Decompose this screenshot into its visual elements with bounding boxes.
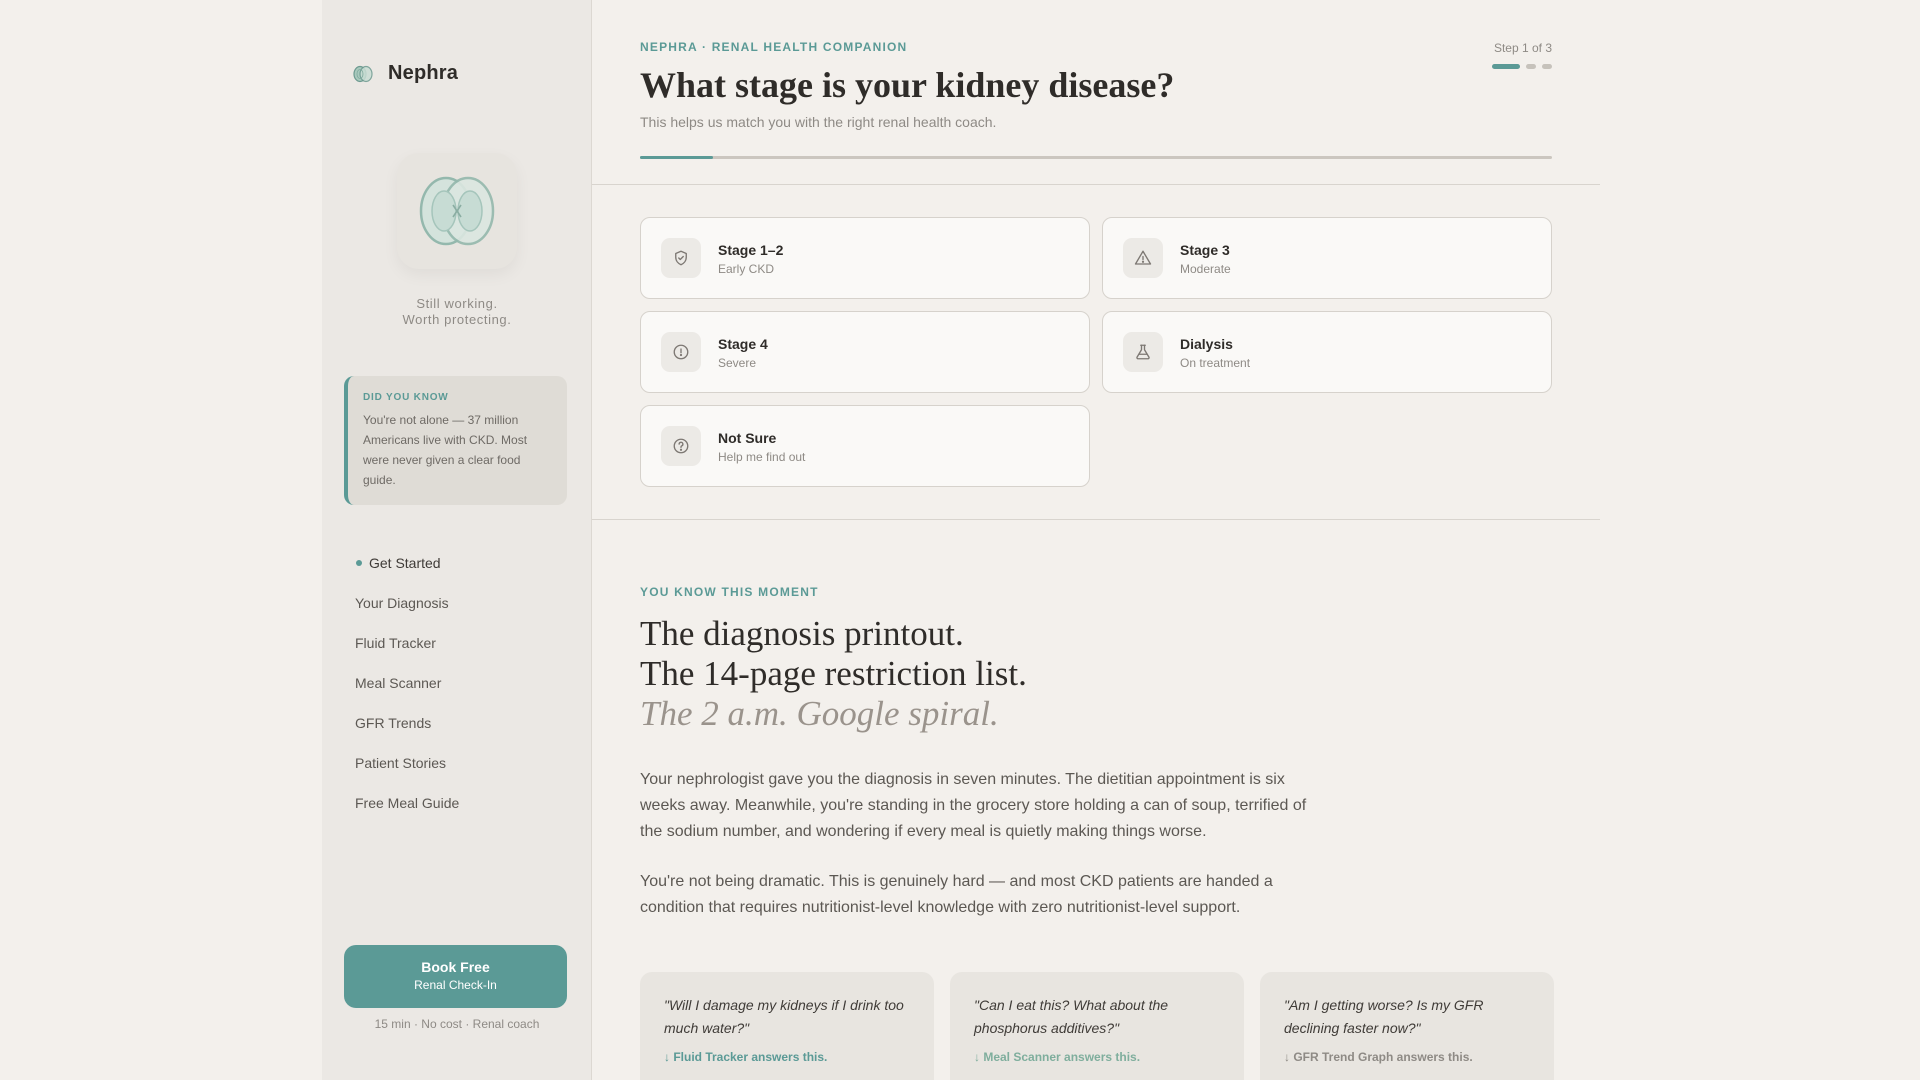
headline-line-3: The 2 a.m. Google spiral. [640, 694, 999, 733]
flask-icon [1123, 332, 1163, 372]
quote-link[interactable]: ↓ Fluid Tracker answers this. [664, 1050, 912, 1064]
divider [592, 184, 1600, 185]
sidebar: Nephra Still working. Worth protecting. … [322, 0, 592, 1080]
nav-label: Free Meal Guide [355, 795, 460, 811]
tagline: Still working. Worth protecting. [322, 296, 592, 328]
question-subtitle: This helps us match you with the right r… [640, 114, 997, 130]
nav-item-get-started[interactable]: Get Started [355, 543, 459, 583]
book-free-check-in-button[interactable]: Book Free Renal Check-In [344, 945, 567, 1008]
nav-item-your-diagnosis[interactable]: Your Diagnosis [355, 583, 459, 623]
step-dots [1492, 64, 1552, 69]
moment-headline: The diagnosis printout. The 14-page rest… [640, 614, 1027, 734]
question-circle-icon [661, 426, 701, 466]
nav-item-gfr-trends[interactable]: GFR Trends [355, 703, 459, 743]
option-stage-1-2[interactable]: Stage 1–2 Early CKD [640, 217, 1090, 299]
did-you-know-title: DID YOU KNOW [363, 392, 449, 403]
header-eyebrow: NEPHRA · RENAL HEALTH COMPANION [640, 40, 908, 54]
shield-check-icon [661, 238, 701, 278]
nav-label: GFR Trends [355, 715, 432, 731]
step-dot [1542, 64, 1552, 69]
option-label: Stage 1–2 [718, 242, 784, 258]
main-content: NEPHRA · RENAL HEALTH COMPANION Step 1 o… [592, 0, 1600, 1080]
kidney-illustration [397, 153, 517, 269]
quote-text: "Can I eat this? What about the phosphor… [974, 997, 1169, 1036]
step-dot-active [1492, 64, 1520, 69]
headline-line-2: The 14-page restriction list. [640, 654, 1027, 693]
progress-bar [640, 156, 1552, 159]
quote-link[interactable]: ↓ Meal Scanner answers this. [974, 1050, 1222, 1064]
quote-card: "Am I getting worse? Is my GFR declining… [1260, 972, 1554, 1080]
kidney-logo-icon [353, 65, 373, 82]
nav-item-fluid-tracker[interactable]: Fluid Tracker [355, 623, 459, 663]
option-label: Stage 4 [718, 336, 768, 352]
option-label: Stage 3 [1180, 242, 1230, 258]
divider [592, 519, 1600, 520]
quote-card: "Will I damage my kidneys if I drink too… [640, 972, 934, 1080]
nav-label: Your Diagnosis [355, 595, 449, 611]
option-label: Not Sure [718, 430, 777, 446]
option-sublabel: Help me find out [718, 450, 806, 464]
nav-label: Patient Stories [355, 755, 447, 771]
step-indicator-text: Step 1 of 3 [1493, 41, 1552, 55]
option-stage-3[interactable]: Stage 3 Moderate [1102, 217, 1552, 299]
cta-main-label: Book Free [421, 959, 490, 975]
did-you-know-text: You're not alone — 37 million Americans … [363, 413, 528, 487]
active-dot-icon [356, 560, 362, 566]
option-sublabel: Early CKD [718, 262, 775, 276]
nav-label: Fluid Tracker [355, 635, 436, 651]
option-label: Dialysis [1180, 336, 1233, 352]
moment-eyebrow: YOU KNOW THIS MOMENT [640, 585, 819, 599]
moment-paragraph-1: Your nephrologist gave you the diagnosis… [640, 771, 1307, 840]
option-sublabel: On treatment [1180, 356, 1251, 370]
step-dot [1526, 64, 1536, 69]
headline-line-1: The diagnosis printout. [640, 614, 964, 653]
brand-name: Nephra [388, 62, 459, 84]
cta-sub-label: Renal Check-In [414, 978, 497, 992]
alert-circle-icon [661, 332, 701, 372]
nav-item-free-meal-guide[interactable]: Free Meal Guide [355, 783, 459, 823]
quote-link[interactable]: ↓ GFR Trend Graph answers this. [1284, 1050, 1532, 1064]
cta-note: 15 min · No cost · Renal coach [374, 1017, 540, 1031]
option-not-sure[interactable]: Not Sure Help me find out [640, 405, 1090, 487]
sidebar-nav: Get Started Your Diagnosis Fluid Tracker… [355, 543, 459, 823]
brand[interactable]: Nephra [352, 62, 458, 85]
kidney-icon [419, 176, 495, 246]
option-dialysis[interactable]: Dialysis On treatment [1102, 311, 1552, 393]
option-sublabel: Severe [718, 356, 757, 370]
option-sublabel: Moderate [1180, 262, 1231, 276]
tagline-line-1: Still working. [416, 296, 498, 311]
question-title: What stage is your kidney disease? [640, 65, 1175, 105]
nav-item-patient-stories[interactable]: Patient Stories [355, 743, 459, 783]
option-stage-4[interactable]: Stage 4 Severe [640, 311, 1090, 393]
nav-item-meal-scanner[interactable]: Meal Scanner [355, 663, 459, 703]
tagline-line-2: Worth protecting. [402, 312, 512, 327]
did-you-know-card: DID YOU KNOW You're not alone — 37 milli… [344, 376, 567, 505]
quote-card: "Can I eat this? What about the phosphor… [950, 972, 1244, 1080]
nav-label: Meal Scanner [355, 675, 442, 691]
nav-label: Get Started [369, 555, 441, 571]
progress-bar-fill [640, 156, 713, 159]
moment-paragraph-2: You're not being dramatic. This is genui… [640, 873, 1273, 916]
warning-triangle-icon [1123, 238, 1163, 278]
quote-text: "Am I getting worse? Is my GFR declining… [1284, 997, 1484, 1036]
quote-text: "Will I damage my kidneys if I drink too… [664, 997, 904, 1036]
